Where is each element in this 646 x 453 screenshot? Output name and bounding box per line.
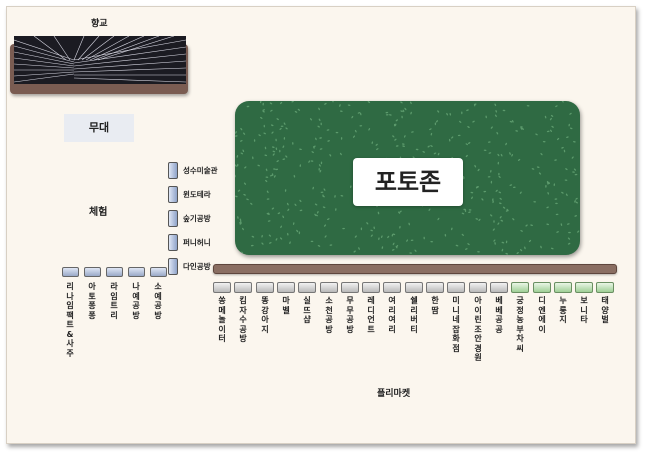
- experience-row-booth[interactable]: [128, 267, 145, 277]
- gallery-roof-graphic: [14, 36, 186, 84]
- flea-market-booth[interactable]: [405, 282, 423, 293]
- flea-market-table: [213, 264, 617, 274]
- experience-title: 체험: [89, 207, 108, 218]
- flea-market-booth-label: 디엔에이: [538, 296, 546, 334]
- photo-zone-sign[interactable]: 포토존: [353, 158, 463, 206]
- experience-row-booth-label: 라임트리: [110, 282, 118, 320]
- flea-market-booth[interactable]: [320, 282, 338, 293]
- flea-market-booth-label: 레디언트: [367, 296, 375, 334]
- flea-market-booth[interactable]: [447, 282, 465, 293]
- flea-market-booth-label: 마벨: [282, 296, 290, 315]
- flea-market-booth[interactable]: [256, 282, 274, 293]
- flea-market-booth[interactable]: [490, 282, 508, 293]
- flea-market-booth[interactable]: [277, 282, 295, 293]
- flea-market-booth-label: 아이린조안경원: [474, 296, 482, 362]
- flea-market-booth[interactable]: [533, 282, 551, 293]
- flea-market-booth[interactable]: [426, 282, 444, 293]
- experience-column-booth-label: 성수미술관: [183, 166, 218, 175]
- flea-market-booth[interactable]: [596, 282, 614, 293]
- experience-row-booth-label: 나예공방: [132, 282, 140, 320]
- experience-column-booth[interactable]: [168, 186, 178, 203]
- flea-market-booth-label: 무무공방: [346, 296, 354, 334]
- flea-market-title: 플리마켓: [377, 389, 411, 399]
- flea-market-booth[interactable]: [213, 282, 231, 293]
- experience-row-booth-label: 소예공방: [154, 282, 162, 320]
- experience-column-booth-label: 윈도테라: [183, 190, 211, 199]
- flea-market-booth[interactable]: [511, 282, 529, 293]
- experience-row-booth[interactable]: [106, 267, 123, 277]
- experience-column-booth[interactable]: [168, 210, 178, 227]
- flea-market-booth-label: 궁정농부차씨: [516, 296, 524, 353]
- flea-market-booth[interactable]: [575, 282, 593, 293]
- flea-market-booth[interactable]: [298, 282, 316, 293]
- flea-market-booth-label: 소천공방: [325, 296, 333, 334]
- flea-market-booth-label: 실뜨샵: [303, 296, 311, 324]
- flea-market-booth-label: 킴자수공방: [239, 296, 247, 343]
- experience-column-booth-label: 숲기공방: [183, 214, 211, 223]
- flea-market-booth-label: 보니타: [580, 296, 588, 324]
- flea-market-booth-label: 똥강아지: [261, 296, 269, 334]
- flea-market-booth[interactable]: [383, 282, 401, 293]
- flea-market-booth-label: 한땀: [431, 296, 439, 315]
- flea-market-booth-label: 여리여리: [388, 296, 396, 334]
- flea-market-booth-label: 누룽지: [559, 296, 567, 324]
- experience-column-booth[interactable]: [168, 258, 178, 275]
- flea-market-booth[interactable]: [234, 282, 252, 293]
- experience-column-booth-label: 퍼니허니: [183, 238, 211, 247]
- experience-column-booth-label: 다인공방: [183, 262, 211, 271]
- flea-market-booth-label: 쏭메놀이터: [218, 296, 226, 343]
- experience-row-booth[interactable]: [150, 267, 167, 277]
- flea-market-booth[interactable]: [341, 282, 359, 293]
- experience-column-booth[interactable]: [168, 234, 178, 251]
- stage[interactable]: 무대: [64, 114, 134, 142]
- experience-row-booth-label: 아토퐁퐁: [88, 282, 96, 320]
- experience-row-booth[interactable]: [84, 267, 101, 277]
- experience-row-booth[interactable]: [62, 267, 79, 277]
- experience-column-booth[interactable]: [168, 162, 178, 179]
- flea-market-booth[interactable]: [469, 282, 487, 293]
- flea-market-booth-label: 베베공공: [495, 296, 503, 334]
- gallery-building[interactable]: [10, 36, 188, 94]
- flea-market-booth[interactable]: [362, 282, 380, 293]
- flea-market-booth-label: 미니네잡화점: [452, 296, 460, 353]
- flea-market-booth-label: 태양벌: [601, 296, 609, 324]
- flea-market-booth[interactable]: [554, 282, 572, 293]
- flea-market-booth-label: 쉘리버티: [410, 296, 418, 334]
- gallery-title: 향교: [91, 19, 108, 29]
- experience-row-booth-label: 리나임팩트&사주: [66, 282, 74, 358]
